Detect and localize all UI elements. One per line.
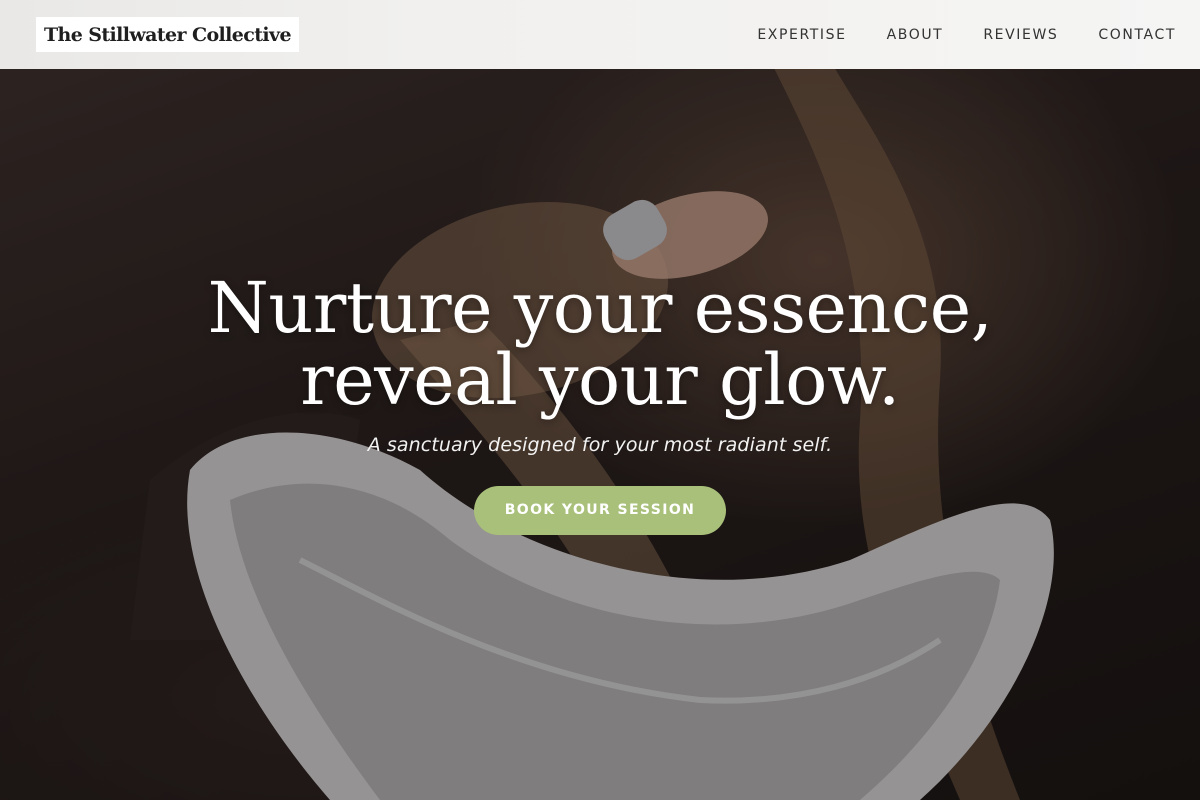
page: The Stillwater Collective EXPERTISE ABOU… — [0, 0, 1200, 800]
hero-section: Nurture your essence, reveal your glow. … — [0, 272, 1200, 535]
hero-title: Nurture your essence, reveal your glow. — [0, 272, 1200, 416]
hero-title-line-1: Nurture your essence, — [207, 267, 993, 349]
hero-title-line-2: reveal your glow. — [300, 339, 900, 421]
site-header: The Stillwater Collective EXPERTISE ABOU… — [0, 0, 1200, 69]
nav-link-expertise[interactable]: EXPERTISE — [757, 27, 846, 43]
main-nav: EXPERTISE ABOUT REVIEWS CONTACT — [717, 27, 1176, 43]
brand-logo[interactable]: The Stillwater Collective — [36, 17, 299, 52]
nav-link-about[interactable]: ABOUT — [887, 27, 944, 43]
book-session-button[interactable]: BOOK YOUR SESSION — [474, 486, 726, 535]
nav-link-reviews[interactable]: REVIEWS — [983, 27, 1058, 43]
hero-subtitle: A sanctuary designed for your most radia… — [367, 434, 833, 456]
nav-link-contact[interactable]: CONTACT — [1098, 27, 1176, 43]
